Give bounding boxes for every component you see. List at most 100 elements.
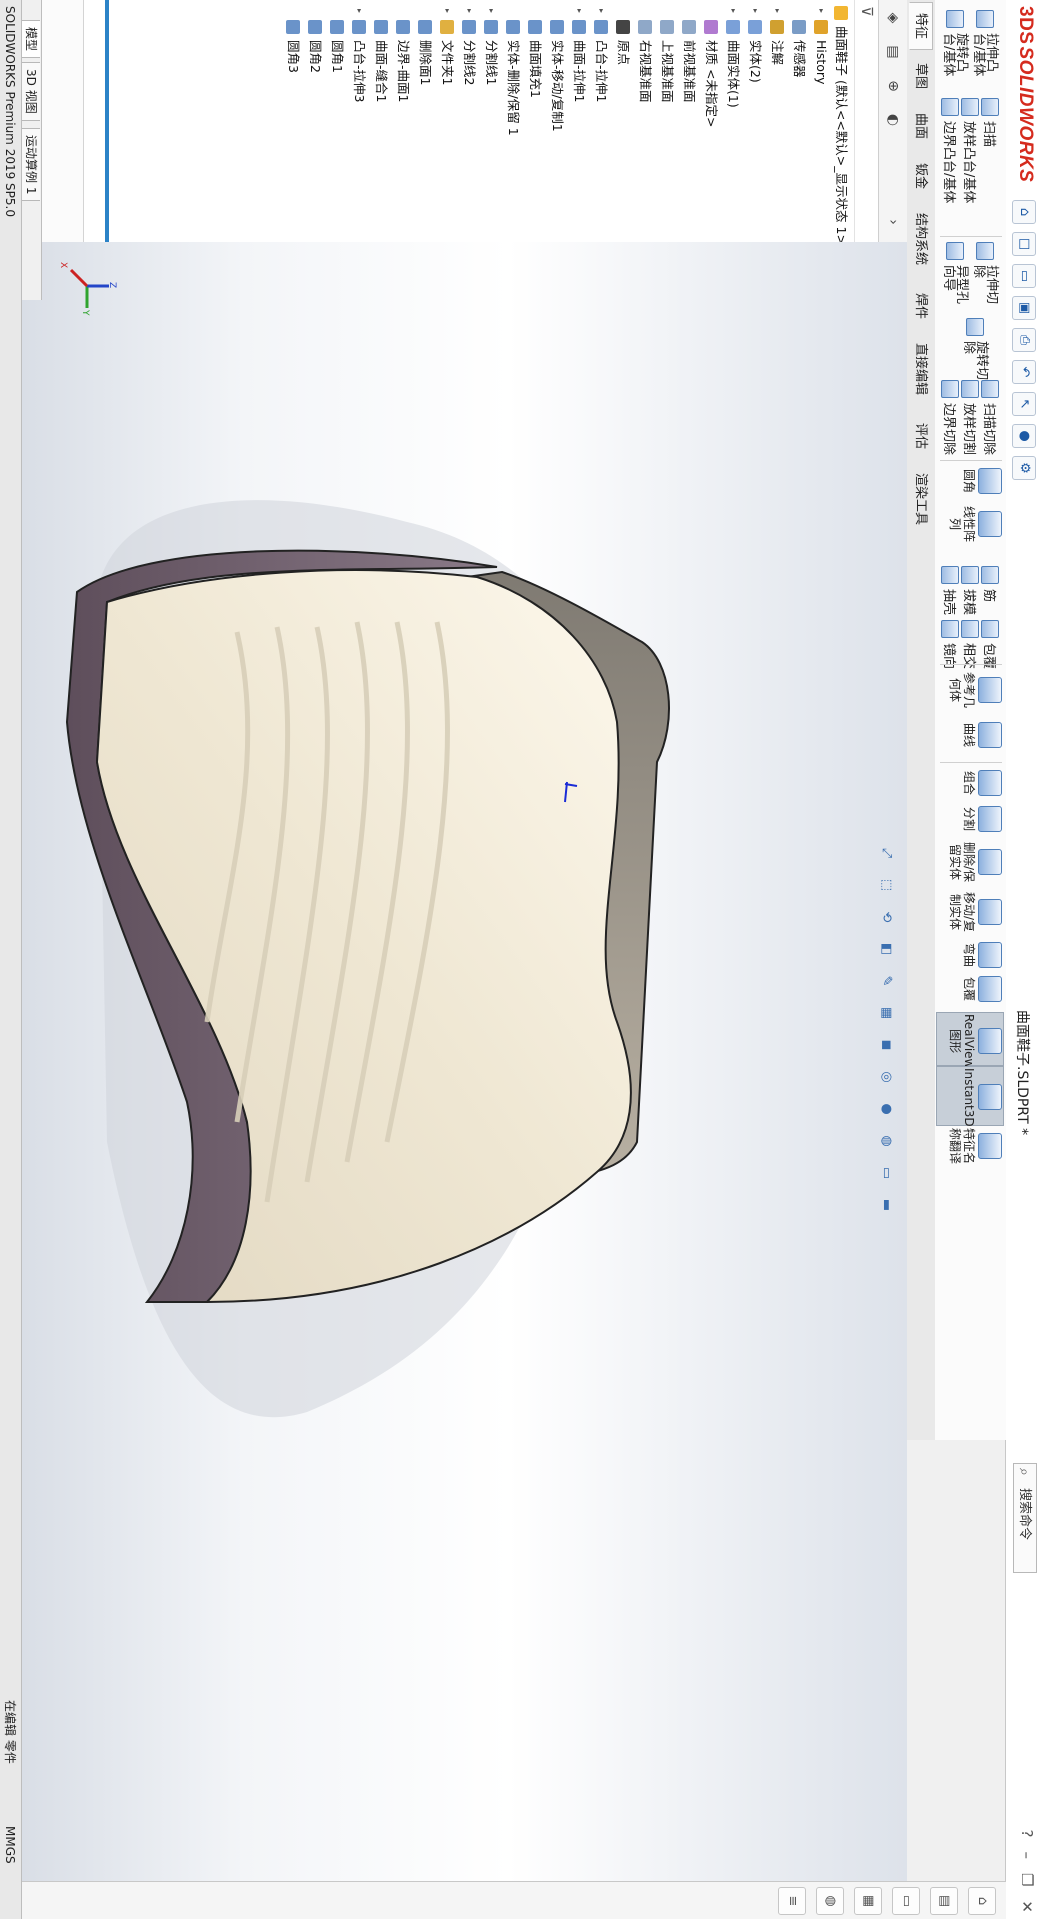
- configurationmanager-tab-icon[interactable]: ⊕: [882, 74, 904, 98]
- tab-weldments[interactable]: 焊件: [909, 282, 933, 330]
- feature-paint-button[interactable]: 特征名 称翻译: [948, 1128, 1002, 1164]
- sweep-button[interactable]: 扫描: [981, 98, 1000, 147]
- mirror-button[interactable]: 镜向: [941, 620, 960, 669]
- fillet-button[interactable]: 圆角: [962, 468, 1002, 494]
- search-commands[interactable]: ⌕ 搜索命令: [1013, 1463, 1037, 1573]
- tab-model[interactable]: 模型: [21, 20, 40, 59]
- tab-direct-editing[interactable]: 直接编辑: [909, 332, 933, 406]
- tab-motion-study[interactable]: 运动算例 1: [21, 128, 40, 202]
- expand-arrow-icon[interactable]: ▸: [767, 6, 787, 16]
- delete-keep-body-button[interactable]: 删除/保 留实体: [948, 842, 1002, 882]
- wrap-button[interactable]: 包覆: [981, 620, 1000, 669]
- tab-sketch[interactable]: 草图: [909, 52, 933, 100]
- loft-button[interactable]: 放样凸台/基体: [961, 98, 980, 203]
- tree-item[interactable]: ▸ 文件夹1: [437, 0, 457, 242]
- resources-icon[interactable]: ⌂: [968, 1887, 996, 1915]
- tree-item[interactable]: 传感器: [789, 0, 809, 242]
- tree-item[interactable]: 圆角1: [327, 0, 347, 242]
- extrude-boss-button[interactable]: 拉伸凸 台/基体: [971, 10, 999, 76]
- featuremanager-tab-icon[interactable]: ◈: [882, 6, 904, 30]
- save-icon[interactable]: ▣: [1012, 296, 1036, 320]
- tree-item[interactable]: ▸ 分割线1: [481, 0, 501, 242]
- tree-item[interactable]: 边界-曲面1: [393, 0, 413, 242]
- tree-item[interactable]: ▸ 凸台-拉伸1: [591, 0, 611, 242]
- propertymanager-tab-icon[interactable]: ▤: [882, 40, 904, 64]
- tab-surfaces[interactable]: 曲面: [909, 102, 933, 150]
- print-icon[interactable]: ⎙: [1012, 328, 1036, 352]
- rib-button[interactable]: 筋: [981, 566, 1000, 602]
- expand-arrow-icon[interactable]: ▸: [481, 6, 501, 16]
- expand-arrow-icon[interactable]: ▸: [591, 6, 611, 16]
- dimxpert-tab-icon[interactable]: ◐: [882, 108, 904, 132]
- tree-item[interactable]: ▸ 曲面-拉伸1: [569, 0, 589, 242]
- help-icon[interactable]: ?: [1018, 1830, 1036, 1838]
- options-icon[interactable]: ⚙: [1012, 456, 1036, 480]
- tab-evaluate[interactable]: 评估: [909, 412, 933, 460]
- tree-item[interactable]: 右视基准面: [635, 0, 655, 242]
- close-icon[interactable]: ✕: [1018, 1900, 1036, 1913]
- solidworks-logo[interactable]: 3DSSOLIDWORKS: [1014, 6, 1036, 182]
- view-palette-icon[interactable]: ▦: [854, 1887, 882, 1915]
- revolve-cut-button[interactable]: 旋转切 除: [961, 318, 989, 380]
- tree-item[interactable]: ▸ 实体(2): [745, 0, 765, 242]
- linear-pattern-button[interactable]: 线性阵 列: [948, 506, 1002, 542]
- tree-item[interactable]: ▸ 曲面实体(1): [723, 0, 743, 242]
- sweep-cut-button[interactable]: 扫描切除: [981, 380, 1000, 455]
- move-copy-body-button[interactable]: 移动/复 制实体: [948, 892, 1002, 932]
- tab-features[interactable]: 特征: [909, 2, 933, 51]
- curves-button[interactable]: 曲线: [962, 722, 1002, 748]
- boundary-boss-button[interactable]: 边界凸台/基体: [941, 98, 960, 203]
- tab-3d-views[interactable]: 3D 视图: [21, 62, 40, 121]
- tree-item[interactable]: 实体-移动/复制1: [547, 0, 567, 242]
- tab-structure-system[interactable]: 结构系统: [909, 202, 933, 276]
- tree-item[interactable]: ▸ 凸台-拉伸3: [349, 0, 369, 242]
- revolve-boss-button[interactable]: 旋转凸 台/基体: [941, 10, 969, 76]
- expand-arrow-icon[interactable]: ▸: [723, 6, 743, 16]
- tab-render-tools[interactable]: 渲染工具: [909, 462, 933, 536]
- flex-button[interactable]: 弯曲: [962, 942, 1002, 968]
- select-icon[interactable]: ↖: [1012, 392, 1036, 416]
- expand-arrow-icon[interactable]: ▸: [569, 6, 589, 16]
- rebuild-icon[interactable]: ●: [1012, 424, 1036, 448]
- expand-arrow-icon[interactable]: ▸: [459, 6, 479, 16]
- loft-cut-button[interactable]: 放样切割: [961, 380, 980, 455]
- boundary-cut-button[interactable]: 边界切除: [941, 380, 960, 455]
- expand-arrow-icon[interactable]: ▸: [437, 6, 457, 16]
- custom-properties-icon[interactable]: ≡: [778, 1887, 806, 1915]
- rollback-bar[interactable]: [105, 0, 109, 242]
- instant3d-button[interactable]: Instant3D: [962, 1068, 1002, 1127]
- model-viewport[interactable]: [22, 242, 907, 1919]
- home-icon[interactable]: ⌂: [1012, 200, 1036, 224]
- tree-item[interactable]: 材质 <未指定>: [701, 0, 721, 242]
- restore-icon[interactable]: ❐: [1018, 1873, 1036, 1886]
- draft-button[interactable]: 拔模: [961, 566, 980, 615]
- minimize-icon[interactable]: –: [1018, 1851, 1036, 1859]
- new-icon[interactable]: □: [1012, 232, 1036, 256]
- feature-filter[interactable]: ⊽: [854, 0, 879, 242]
- extrude-cut-button[interactable]: 拉伸切 除: [971, 242, 999, 304]
- expand-arrow-icon[interactable]: ▸: [349, 6, 369, 16]
- tree-item[interactable]: 曲面-缝合1: [371, 0, 391, 242]
- tree-item[interactable]: 曲面填充1: [525, 0, 545, 242]
- split-button[interactable]: 分割: [962, 806, 1002, 832]
- graphics-area[interactable]: ⤢ ⬚ ⟲ ◧ ✎ ▦ ◼ ◎ ● ◍ ▭ ▬ Y Z X: [22, 242, 907, 1919]
- tree-item[interactable]: 实体-删除/保留 1: [503, 0, 523, 242]
- undo-icon[interactable]: ↶: [1012, 360, 1036, 384]
- hole-wizard-button[interactable]: 异型孔 向导: [941, 242, 969, 304]
- tree-item[interactable]: 前视基准面: [679, 0, 699, 242]
- open-icon[interactable]: ▭: [1012, 264, 1036, 288]
- tree-item[interactable]: ▸ History: [811, 0, 831, 242]
- combine-button[interactable]: 组合: [962, 770, 1002, 796]
- tree-item[interactable]: ▸ 注解: [767, 0, 787, 242]
- file-explorer-icon[interactable]: ▭: [892, 1887, 920, 1915]
- tree-item[interactable]: 删除面1: [415, 0, 435, 242]
- reference-geometry-button[interactable]: 参考几 何体: [948, 672, 1002, 708]
- expand-arrow-icon[interactable]: ▸: [745, 6, 765, 16]
- shell-button[interactable]: 抽壳: [941, 566, 960, 615]
- status-units[interactable]: MMGS: [0, 1826, 21, 1864]
- tree-item[interactable]: 原点: [613, 0, 633, 242]
- tree-root[interactable]: 曲面鞋子 (默认<<默认>_显示状态 1>): [831, 0, 851, 250]
- tab-sheet-metal[interactable]: 钣金: [909, 152, 933, 200]
- tree-item[interactable]: 圆角2: [305, 0, 325, 242]
- intersect-button[interactable]: 相交: [961, 620, 980, 669]
